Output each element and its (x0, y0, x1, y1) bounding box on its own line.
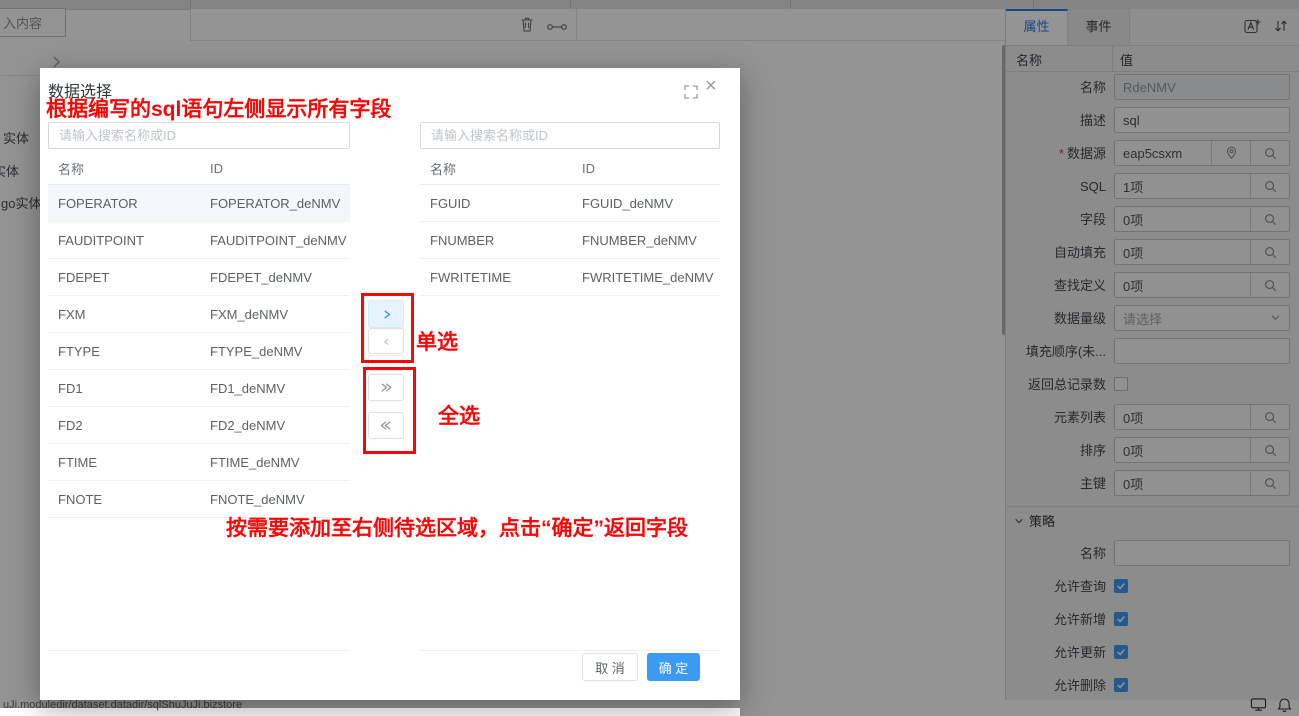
left-search-input[interactable] (48, 122, 350, 149)
field-id: FD1_deNMV (210, 380, 286, 396)
table-header: 名称 ID (420, 152, 720, 185)
move-right-button[interactable] (368, 300, 404, 328)
annotation-top: 根据编写的sql语句左侧显示所有字段 (46, 98, 392, 121)
table-row[interactable]: FDEPET FDEPET_deNMV (48, 259, 350, 296)
right-search-input[interactable] (420, 122, 720, 149)
move-all-right-button[interactable] (368, 374, 404, 401)
field-id: FXM_deNMV (210, 306, 289, 322)
field-name: FNUMBER (430, 232, 495, 248)
source-field-table: 名称 ID FOPERATOR FOPERATOR_deNMV FAUDITPO… (48, 152, 350, 651)
table-row[interactable]: FNUMBER FNUMBER_deNMV (420, 222, 720, 259)
field-id: FNOTE_deNMV (210, 491, 305, 507)
cancel-button[interactable]: 取 消 (582, 653, 638, 681)
table-row[interactable]: FOPERATOR FOPERATOR_deNMV (48, 185, 350, 222)
table-row[interactable]: FWRITETIME FWRITETIME_deNMV (420, 259, 720, 296)
field-name: FNOTE (58, 491, 103, 507)
field-id: FTIME_deNMV (210, 454, 300, 470)
annotation-select-all: 全选 (438, 405, 480, 428)
field-id: FNUMBER_deNMV (582, 232, 697, 248)
field-id: FAUDITPOINT_deNMV (210, 232, 347, 248)
column-id: ID (582, 160, 595, 176)
table-header: 名称 ID (48, 152, 350, 185)
field-id: FOPERATOR_deNMV (210, 195, 341, 211)
field-name: FTIME (58, 454, 97, 470)
table-body: FGUID FGUID_deNMV FNUMBER FNUMBER_deNMV … (420, 185, 720, 296)
table-row[interactable]: FD2 FD2_deNMV (48, 407, 350, 444)
move-all-left-button[interactable] (368, 412, 404, 439)
field-name: FAUDITPOINT (58, 232, 144, 248)
app-root: 入内容 实体 实体 go实体 属性 事件 (0, 0, 1299, 716)
close-icon[interactable]: × (705, 76, 717, 96)
field-id: FWRITETIME_deNMV (582, 269, 714, 285)
move-left-button[interactable] (368, 328, 404, 354)
table-row[interactable]: FTIME FTIME_deNMV (48, 444, 350, 481)
field-id: FGUID_deNMV (582, 195, 674, 211)
table-body: FOPERATOR FOPERATOR_deNMV FAUDITPOINT FA… (48, 185, 350, 518)
field-name: FGUID (430, 195, 471, 211)
field-id: FTYPE_deNMV (210, 343, 303, 359)
data-select-dialog: 数据选择 × 根据编写的sql语句左侧显示所有字段 名称 ID FOPERATO… (40, 68, 740, 700)
field-name: FD1 (58, 380, 83, 396)
annotation-bottom: 按需要添加至右侧待选区域，点击“确定”返回字段 (226, 517, 688, 540)
field-id: FD2_deNMV (210, 417, 286, 433)
fullscreen-icon[interactable] (684, 85, 698, 104)
confirm-button[interactable]: 确 定 (647, 653, 700, 681)
table-row[interactable]: FGUID FGUID_deNMV (420, 185, 720, 222)
field-name: FWRITETIME (430, 269, 511, 285)
status-path: uJi.moduledir/dataset.datadir/sqlShuJuJi… (3, 699, 243, 711)
column-name: 名称 (430, 161, 457, 177)
table-row[interactable]: FXM FXM_deNMV (48, 296, 350, 333)
field-name: FTYPE (58, 343, 100, 359)
table-row[interactable]: FTYPE FTYPE_deNMV (48, 333, 350, 370)
field-name: FD2 (58, 417, 83, 433)
annotation-single-select: 单选 (416, 331, 458, 354)
transfer-button-spacer (368, 355, 404, 371)
column-name: 名称 (58, 161, 85, 177)
field-name: FOPERATOR (58, 195, 138, 211)
table-row[interactable]: FD1 FD1_deNMV (48, 370, 350, 407)
table-row[interactable]: FAUDITPOINT FAUDITPOINT_deNMV (48, 222, 350, 259)
field-name: FDEPET (58, 269, 110, 285)
column-id: ID (210, 160, 223, 176)
field-name: FXM (58, 306, 86, 322)
field-id: FDEPET_deNMV (210, 269, 312, 285)
